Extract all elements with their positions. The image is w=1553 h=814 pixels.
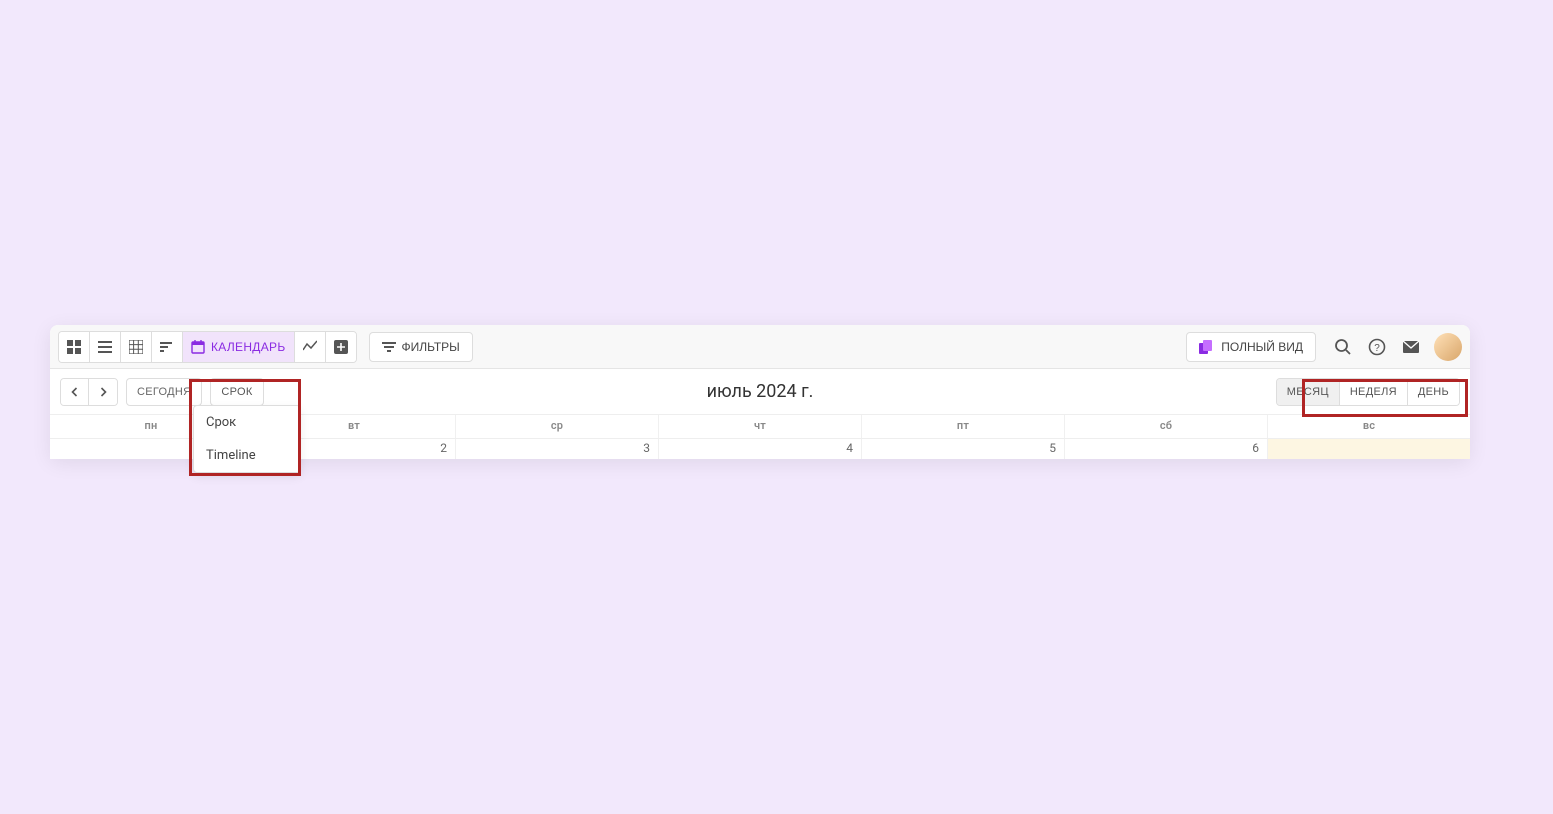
view-grid-button[interactable] — [121, 332, 152, 362]
range-month-button[interactable]: МЕСЯЦ — [1277, 379, 1340, 405]
srok-option-timeline[interactable]: Timeline — [194, 439, 300, 472]
range-switcher-group: МЕСЯЦ НЕДЕЛЯ ДЕНЬ — [1276, 378, 1460, 406]
srok-dropdown-button[interactable]: СРОК — [210, 378, 263, 406]
mail-button[interactable] — [1396, 332, 1426, 362]
svg-text:?: ? — [1374, 343, 1380, 354]
main-toolbar: КАЛЕНДАРЬ ФИЛЬТРЫ ПОЛ — [50, 325, 1470, 369]
filters-button[interactable]: ФИЛЬТРЫ — [369, 332, 473, 362]
app-container: КАЛЕНДАРЬ ФИЛЬТРЫ ПОЛ — [50, 325, 1470, 459]
day-header-sat: сб — [1065, 415, 1268, 438]
view-activity-button[interactable] — [295, 332, 326, 362]
filter-icon — [382, 340, 396, 354]
calendar-label: КАЛЕНДАРЬ — [211, 340, 286, 354]
range-week-button[interactable]: НЕДЕЛЯ — [1340, 379, 1408, 405]
help-icon: ? — [1368, 338, 1386, 356]
view-list-button[interactable] — [90, 332, 121, 362]
kanban-icon — [67, 340, 81, 354]
date-cell[interactable]: 3 — [456, 439, 659, 459]
chevron-left-icon — [70, 387, 80, 397]
day-header-thu: чт — [659, 415, 862, 438]
date-cell-today[interactable] — [1268, 439, 1470, 459]
grid-icon — [129, 340, 143, 354]
sort-icon — [160, 340, 174, 354]
view-kanban-button[interactable] — [59, 332, 90, 362]
view-sort-button[interactable] — [152, 332, 183, 362]
day-header-sun: вс — [1268, 415, 1470, 438]
srok-dropdown-menu: Срок Timeline — [193, 405, 301, 473]
search-icon — [1334, 338, 1352, 356]
user-avatar[interactable] — [1434, 333, 1462, 361]
chevron-right-icon — [98, 387, 108, 397]
cards-icon — [1199, 340, 1215, 354]
range-day-button[interactable]: ДЕНЬ — [1408, 379, 1459, 405]
view-switcher-group: КАЛЕНДАРЬ — [58, 331, 357, 363]
day-header-fri: пт — [862, 415, 1065, 438]
calendar-subbar: СЕГОДНЯ СРОК Срок Timeline июль 2024 г. … — [50, 369, 1470, 415]
filters-label: ФИЛЬТРЫ — [402, 340, 460, 354]
mail-icon — [1402, 338, 1420, 356]
nav-arrow-group — [60, 378, 118, 406]
view-calendar-button[interactable]: КАЛЕНДАРЬ — [183, 332, 295, 362]
srok-option-srok[interactable]: Срок — [194, 406, 300, 439]
list-icon — [98, 340, 112, 354]
date-cell[interactable]: 6 — [1065, 439, 1268, 459]
calendar-icon — [191, 340, 205, 354]
date-cell[interactable]: 5 — [862, 439, 1065, 459]
today-button[interactable]: СЕГОДНЯ — [126, 378, 202, 406]
add-icon — [334, 340, 348, 354]
help-button[interactable]: ? — [1362, 332, 1392, 362]
next-button[interactable] — [89, 379, 117, 405]
day-header-wed: ср — [456, 415, 659, 438]
full-view-button[interactable]: ПОЛНЫЙ ВИД — [1186, 332, 1316, 362]
view-add-button[interactable] — [326, 332, 356, 362]
date-cell[interactable]: 4 — [659, 439, 862, 459]
activity-icon — [303, 340, 317, 354]
search-button[interactable] — [1328, 332, 1358, 362]
prev-button[interactable] — [61, 379, 89, 405]
calendar-title: июль 2024 г. — [707, 381, 814, 402]
full-view-label: ПОЛНЫЙ ВИД — [1221, 340, 1303, 354]
